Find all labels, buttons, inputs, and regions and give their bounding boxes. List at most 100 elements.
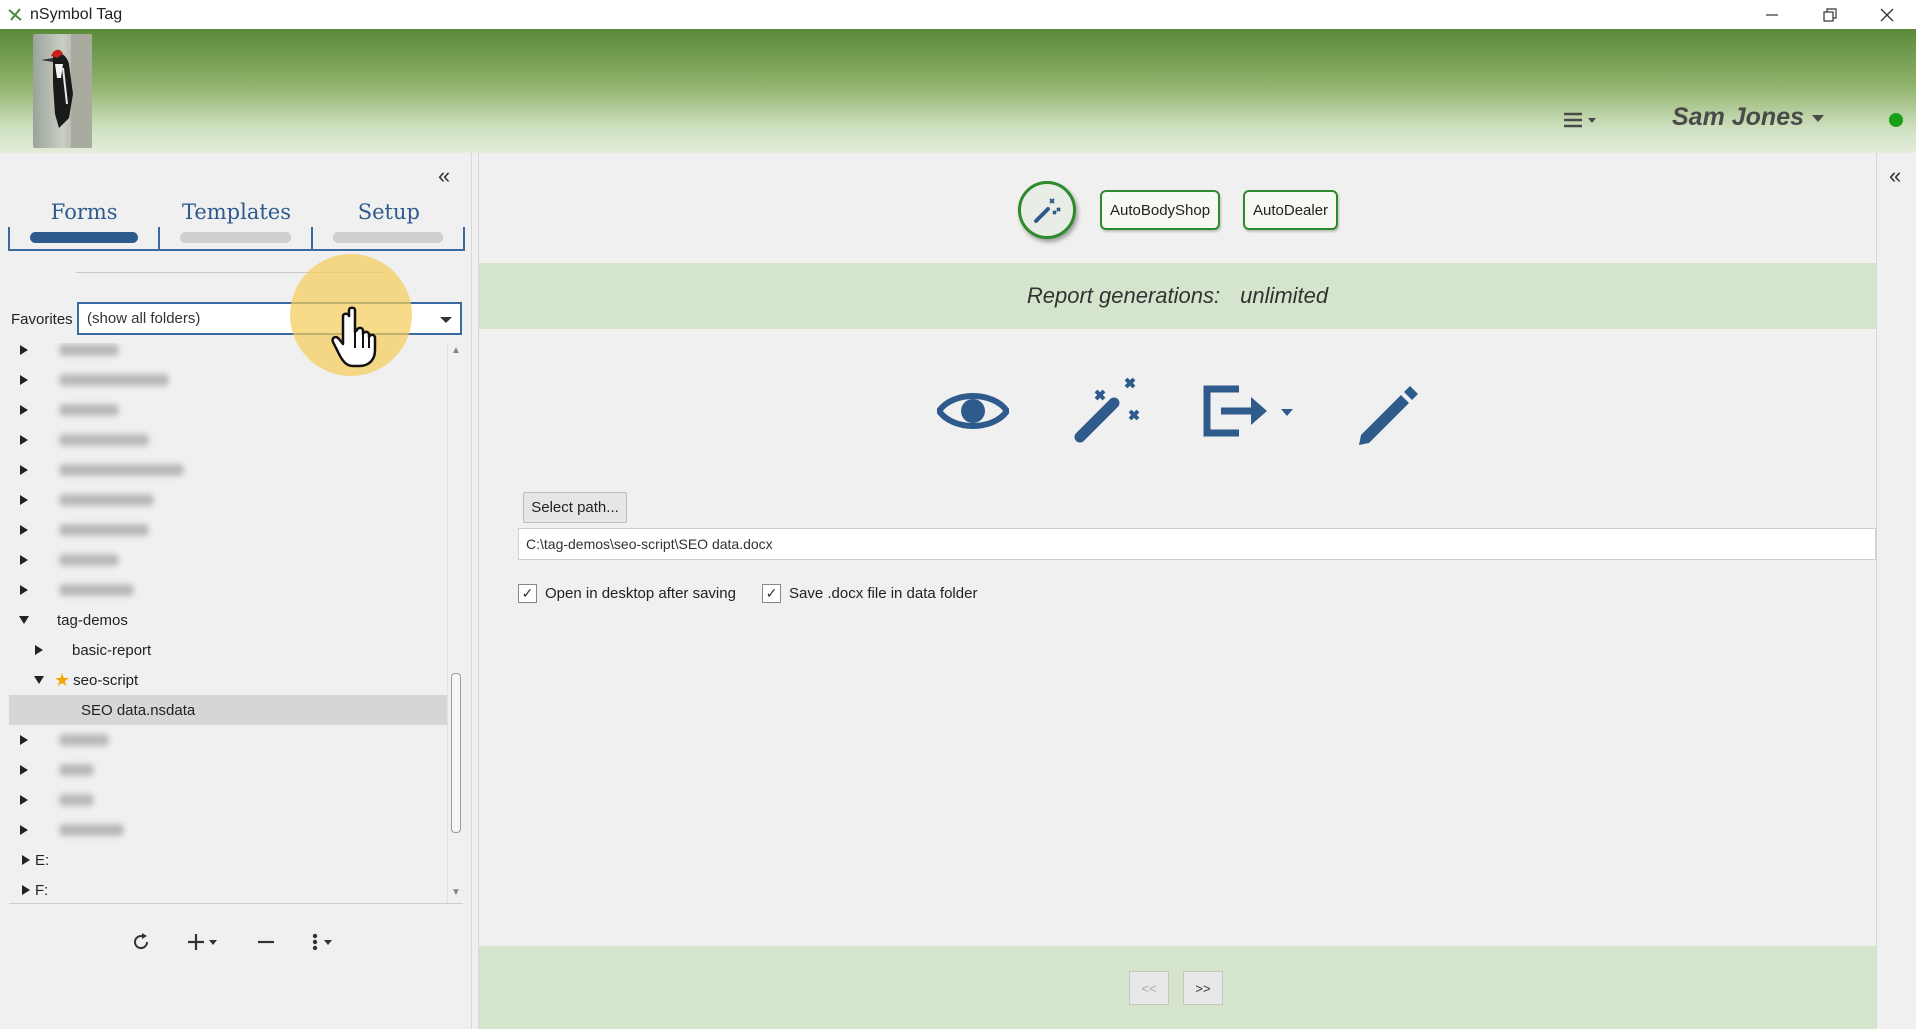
eye-icon xyxy=(935,393,1011,429)
output-path-field[interactable] xyxy=(518,528,1876,560)
blurred-folder-name xyxy=(59,794,94,806)
previous-button[interactable]: << xyxy=(1129,971,1169,1005)
blurred-folder-name xyxy=(59,494,154,506)
collapse-arrow-icon xyxy=(24,676,54,684)
expand-arrow-icon xyxy=(9,825,39,835)
save-docx-option[interactable]: ✓ Save .docx file in data folder xyxy=(762,584,977,603)
folder-label: basic-report xyxy=(72,641,152,659)
tree-row-blurred[interactable] xyxy=(9,545,447,575)
tree-row-blurred[interactable] xyxy=(9,575,447,605)
export-menu-button[interactable] xyxy=(1199,371,1299,451)
collapse-right-panel-button[interactable]: « xyxy=(1889,163,1901,189)
tree-row-blurred[interactable] xyxy=(9,515,447,545)
tree-row-blurred[interactable] xyxy=(9,755,447,785)
minimize-icon xyxy=(1766,13,1778,16)
user-menu[interactable]: Sam Jones xyxy=(1672,103,1825,132)
tree-row-blurred[interactable] xyxy=(9,343,447,365)
favorite-star-icon[interactable]: ★ xyxy=(54,670,70,691)
remove-button[interactable] xyxy=(256,928,276,956)
next-button[interactable]: >> xyxy=(1183,971,1223,1005)
minimize-button[interactable] xyxy=(1743,0,1801,29)
scroll-down-icon[interactable]: ▼ xyxy=(451,887,461,898)
tree-row-blurred[interactable] xyxy=(9,455,447,485)
close-button[interactable] xyxy=(1858,0,1916,29)
divider xyxy=(9,903,463,904)
folder-label: seo-script xyxy=(73,671,139,689)
right-panel: « xyxy=(1876,153,1916,1029)
tab-forms[interactable]: Forms xyxy=(8,197,161,251)
blurred-folder-name xyxy=(59,524,149,536)
tab-templates[interactable]: Templates xyxy=(160,197,313,251)
tree-row-blurred[interactable] xyxy=(9,815,447,845)
app-icon xyxy=(8,7,22,21)
tree-row-blurred[interactable] xyxy=(9,785,447,815)
open-in-desktop-label: Open in desktop after saving xyxy=(545,585,736,602)
autodealer-button[interactable]: AutoDealer xyxy=(1243,190,1339,230)
window-title: nSymbol Tag xyxy=(30,5,123,23)
expand-arrow-icon xyxy=(9,555,39,565)
tree-row-blurred[interactable] xyxy=(9,365,447,395)
tree-row-seo-data-file[interactable]: SEO data.nsdata xyxy=(9,695,447,725)
left-panel: « Forms Templates Setup Favorites (show … xyxy=(0,153,472,1029)
expand-arrow-icon xyxy=(21,855,31,865)
magic-wand-circle-button[interactable] xyxy=(1018,181,1076,239)
refresh-icon xyxy=(134,933,149,950)
favorites-selected-value: (show all folders) xyxy=(87,310,201,327)
drive-label: F: xyxy=(35,881,49,899)
more-options-button[interactable] xyxy=(310,928,340,956)
generate-report-button[interactable] xyxy=(1074,371,1146,451)
plus-icon xyxy=(188,934,217,950)
tree-row-drive-e[interactable]: E: xyxy=(9,845,447,875)
tree-row-drive-f[interactable]: F: xyxy=(9,875,447,903)
autobodyshop-button[interactable]: AutoBodyShop xyxy=(1100,190,1221,230)
report-generations-value: unlimited xyxy=(1240,283,1329,308)
blurred-folder-name xyxy=(59,404,119,416)
tree-row-seo-script[interactable]: ★ seo-script xyxy=(9,665,447,695)
expand-arrow-icon xyxy=(9,405,39,415)
edit-button[interactable] xyxy=(1347,371,1419,451)
tab-templates-label: Templates xyxy=(181,200,292,224)
restore-button[interactable] xyxy=(1801,0,1859,29)
tree-row-tag-demos[interactable]: tag-demos xyxy=(9,605,447,635)
close-icon xyxy=(1880,8,1894,21)
expand-arrow-icon xyxy=(9,345,39,355)
favorites-dropdown[interactable]: (show all folders) xyxy=(77,302,462,335)
collapse-left-panel-button[interactable]: « xyxy=(438,163,450,189)
preview-button[interactable] xyxy=(935,371,1011,451)
scroll-up-icon[interactable]: ▲ xyxy=(451,345,461,356)
favorites-label: Favorites xyxy=(11,311,73,328)
folder-tree: tag-demos basic-report ★ seo-script SEO … xyxy=(9,343,447,903)
save-docx-label: Save .docx file in data folder xyxy=(789,585,978,602)
blurred-folder-name xyxy=(59,764,94,776)
expand-arrow-icon xyxy=(9,585,39,595)
select-path-button[interactable]: Select path... xyxy=(523,492,627,523)
open-in-desktop-option[interactable]: ✓ Open in desktop after saving xyxy=(518,584,736,603)
title-bar: nSymbol Tag xyxy=(0,0,1916,29)
expand-arrow-icon xyxy=(9,465,39,475)
kebab-menu-icon xyxy=(312,933,332,951)
refresh-button[interactable] xyxy=(130,928,152,956)
tree-row-blurred[interactable] xyxy=(9,485,447,515)
report-generations-label: Report generations: xyxy=(1026,283,1221,308)
woodpecker-image xyxy=(41,34,92,148)
folder-label: tag-demos xyxy=(57,611,128,629)
add-menu-button[interactable] xyxy=(186,928,222,956)
expand-arrow-icon xyxy=(9,375,39,385)
expand-arrow-icon xyxy=(9,765,39,775)
tree-row-blurred[interactable] xyxy=(9,725,447,755)
app-header: Sam Jones xyxy=(0,29,1916,153)
tree-scrollbar[interactable]: ▲ ▼ xyxy=(447,343,463,903)
expand-arrow-icon xyxy=(24,645,54,655)
blurred-folder-name xyxy=(59,464,184,476)
scrollbar-thumb[interactable] xyxy=(451,673,461,833)
tree-row-blurred[interactable] xyxy=(9,395,447,425)
tab-setup[interactable]: Setup xyxy=(312,197,465,251)
tree-row-blurred[interactable] xyxy=(9,425,447,455)
main-content: AutoBodyShop AutoDealer Report generatio… xyxy=(478,153,1876,1029)
app-window: nSymbol Tag Sam Jones « Forms Templates … xyxy=(0,0,1916,1029)
blurred-folder-name xyxy=(59,554,119,566)
open-in-desktop-checkbox[interactable]: ✓ xyxy=(518,584,537,603)
save-docx-checkbox[interactable]: ✓ xyxy=(762,584,781,603)
tree-row-basic-report[interactable]: basic-report xyxy=(9,635,447,665)
main-menu-button[interactable] xyxy=(1560,107,1600,133)
